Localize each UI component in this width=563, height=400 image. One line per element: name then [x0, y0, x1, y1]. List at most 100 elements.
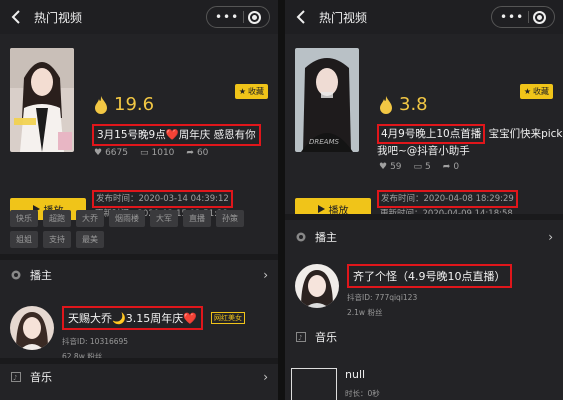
chevron-right-icon: ›: [263, 370, 268, 384]
video-info: DREAMS 3.8 ★ 收藏 4月9号晚上10点首播 宝宝们快来pick 我吧…: [285, 34, 563, 224]
tag[interactable]: 超跑: [43, 210, 71, 227]
anchor-name: 天赐大乔🌙3.15周年庆❤️: [62, 306, 203, 330]
section-title: 播主: [315, 231, 337, 244]
more-icon[interactable]: •••: [500, 11, 524, 23]
chevron-right-icon: ›: [548, 230, 553, 244]
page-title: 热门视频: [319, 10, 368, 25]
music-name: null: [345, 368, 366, 381]
description-line2: 我吧~@抖音小助手: [377, 145, 470, 157]
video-stats: ♥ 6675 ▭ 1010 ➦ 60: [94, 148, 220, 158]
anchor-id: 抖音ID: 10316695: [62, 337, 129, 346]
tag[interactable]: 最美: [76, 231, 104, 248]
anchor-icon: [295, 231, 307, 243]
likes-stat: ♥ 6675: [94, 148, 128, 158]
video-description: 4月9号晚上10点首播 宝宝们快来pick 我吧~@抖音小助手: [377, 124, 563, 158]
anchor-section-header[interactable]: 播主 ›: [0, 260, 278, 290]
publish-time: 发布时间：2020-03-14 04:39:12: [92, 190, 233, 208]
music-icon: ♪: [10, 371, 22, 383]
tag[interactable]: 孙策: [216, 210, 244, 227]
shares-count: 60: [196, 148, 209, 158]
tag[interactable]: 直播: [183, 210, 211, 227]
capsule-divider: [528, 11, 530, 23]
tag[interactable]: 支持: [43, 231, 71, 248]
likes-count: 59: [390, 162, 402, 172]
anchor-card[interactable]: 齐了个怪（4.9号晚10点直播） 抖音ID: 777qiqi123 2.1w 粉…: [295, 264, 512, 318]
thumbnail-text: DREAMS: [309, 138, 340, 146]
close-miniprogram-icon[interactable]: [533, 10, 547, 24]
svg-text:♪: ♪: [298, 334, 302, 342]
tag[interactable]: 大军: [150, 210, 178, 227]
music-icon: ♪: [295, 331, 307, 343]
video-description: 3月15号晚9点❤️周年庆 感恩有你: [92, 124, 261, 146]
video-thumbnail[interactable]: DREAMS: [295, 48, 359, 152]
tag[interactable]: 姐姐: [10, 231, 38, 248]
heat-value: 3.8: [399, 94, 428, 115]
flame-icon: [95, 95, 107, 114]
comments-stat: ▭ 1010: [140, 148, 174, 158]
tag[interactable]: 烟雨楼: [109, 210, 145, 227]
comment-icon: ▭: [139, 148, 149, 158]
star-icon: ★: [238, 87, 246, 96]
miniprogram-capsule: •••: [491, 6, 555, 28]
music-duration: 时长：0秒: [345, 389, 380, 398]
anchor-info: 天赐大乔🌙3.15周年庆❤️ 网红美女 抖音ID: 10316695 62.8w…: [62, 306, 245, 362]
capsule-divider: [243, 11, 245, 23]
section-separator: [285, 214, 563, 220]
heart-icon: ♥: [94, 148, 103, 158]
anchor-badge: 网红美女: [210, 311, 245, 324]
more-icon[interactable]: •••: [215, 11, 239, 23]
left-phone-screen: 热门视频 ••• 19.6 ★ 收藏 3月15号晚9点❤️周年庆 感恩有你 ♥ …: [0, 0, 278, 400]
flame-icon: [380, 95, 392, 114]
tag[interactable]: 大乔: [76, 210, 104, 227]
music-section-header[interactable]: ♪ 音乐: [285, 322, 563, 352]
description-highlight: 4月9号晚上10点首播: [377, 124, 486, 144]
panel-divider: [278, 0, 285, 400]
heat-value: 19.6: [114, 94, 155, 115]
back-icon[interactable]: [8, 9, 24, 25]
back-icon[interactable]: [293, 9, 309, 25]
favorite-button[interactable]: ★ 收藏: [519, 84, 553, 99]
anchor-id: 抖音ID: 777qiqi123: [347, 293, 418, 302]
comments-count: 5: [425, 162, 431, 172]
anchor-section-header[interactable]: 播主 ›: [285, 222, 563, 252]
anchor-fans: 2.1w 粉丝: [347, 308, 383, 317]
music-cover[interactable]: [291, 368, 337, 400]
right-phone-screen: 热门视频 ••• DREAMS 3.8 ★ 收藏 4月9号晚上10点首播 宝宝们…: [285, 0, 563, 400]
video-thumbnail[interactable]: [10, 48, 74, 152]
tag[interactable]: 快乐: [10, 210, 38, 227]
anchor-icon: [10, 269, 22, 281]
anchor-info: 齐了个怪（4.9号晚10点直播） 抖音ID: 777qiqi123 2.1w 粉…: [347, 264, 512, 318]
tag-list: 快乐 超跑 大乔 烟雨楼 大军 直播 孙策 姐姐 支持 最美: [10, 210, 272, 248]
comment-icon: ▭: [413, 162, 423, 172]
avatar: [10, 306, 54, 350]
video-stats: ♥ 59 ▭ 5 ➦ 0: [379, 162, 471, 172]
description-rest: 宝宝们快来pick: [485, 128, 563, 140]
close-miniprogram-icon[interactable]: [248, 10, 262, 24]
likes-count: 6675: [105, 148, 128, 158]
section-title: 播主: [30, 269, 52, 282]
shares-stat: ➦ 0: [443, 162, 459, 172]
anchor-card[interactable]: 天赐大乔🌙3.15周年庆❤️ 网红美女 抖音ID: 10316695 62.8w…: [10, 306, 245, 362]
share-icon: ➦: [186, 148, 194, 158]
anchor-name: 齐了个怪（4.9号晚10点直播）: [347, 264, 512, 288]
heart-icon: ♥: [379, 162, 388, 172]
svg-text:♪: ♪: [13, 374, 17, 382]
chevron-right-icon: ›: [263, 268, 268, 282]
comments-stat: ▭ 5: [414, 162, 431, 172]
publish-time: 发布时间：2020-04-08 18:29:29: [377, 190, 518, 208]
avatar: [295, 264, 339, 308]
likes-stat: ♥ 59: [379, 162, 402, 172]
shares-stat: ➦ 60: [186, 148, 208, 158]
page-title: 热门视频: [34, 10, 83, 25]
favorite-label: 收藏: [533, 87, 549, 96]
star-icon: ★: [523, 87, 531, 96]
section-title: 音乐: [30, 371, 52, 384]
section-title: 音乐: [315, 331, 337, 344]
comments-count: 1010: [151, 148, 175, 158]
heat-score: 19.6: [94, 94, 154, 115]
shares-count: 0: [453, 162, 460, 172]
top-bar: 热门视频 •••: [285, 0, 563, 34]
music-section-header[interactable]: ♪ 音乐 ›: [0, 362, 278, 392]
play-icon: [317, 205, 325, 213]
favorite-button[interactable]: ★ 收藏: [234, 84, 268, 99]
